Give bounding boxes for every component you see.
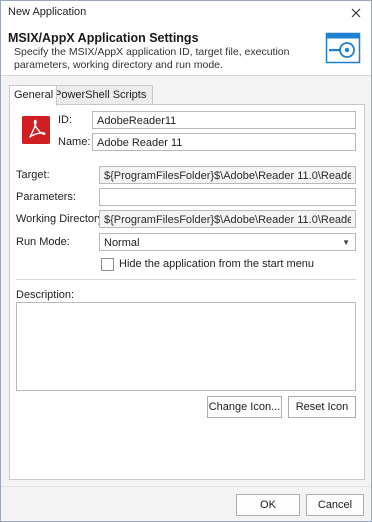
name-label: Name:: [58, 136, 91, 148]
header-description: Specify the MSIX/AppX application ID, ta…: [14, 46, 290, 71]
description-textarea[interactable]: [16, 302, 356, 391]
application-settings-icon: [325, 32, 361, 64]
title-bar: New Application: [1, 1, 371, 25]
parameters-label: Parameters:: [16, 191, 76, 203]
chevron-down-icon[interactable]: ▼: [342, 234, 350, 250]
name-input[interactable]: Adobe Reader 11: [92, 133, 356, 151]
general-tab-panel: ID: AdobeReader11 Name: Adobe Reader 11 …: [9, 104, 365, 480]
adobe-acrobat-icon: [22, 116, 50, 144]
hide-from-start-menu-checkbox[interactable]: [101, 258, 114, 271]
parameters-input[interactable]: [99, 188, 356, 206]
description-label: Description:: [16, 289, 75, 301]
tab-powershell-scripts[interactable]: PowerShell Scripts: [49, 85, 153, 105]
header-title: MSIX/AppX Application Settings: [8, 31, 199, 45]
tab-general[interactable]: General: [9, 85, 57, 106]
dialog-header: MSIX/AppX Application Settings Specify t…: [1, 25, 371, 75]
target-input[interactable]: ${ProgramFilesFolder}$\Adobe\Reader 11.0…: [99, 166, 356, 184]
header-divider: [1, 75, 371, 76]
ok-button[interactable]: OK: [236, 494, 300, 516]
working-directory-input[interactable]: ${ProgramFilesFolder}$\Adobe\Reader 11.0…: [99, 210, 356, 228]
change-icon-button[interactable]: Change Icon...: [207, 396, 282, 418]
target-value: ${ProgramFilesFolder}$\Adobe\Reader 11.0…: [104, 170, 351, 182]
close-icon[interactable]: [345, 2, 367, 24]
working-directory-browse-button[interactable]: ···: [341, 211, 352, 226]
reset-icon-button[interactable]: Reset Icon: [288, 396, 356, 418]
run-mode-value: Normal: [104, 237, 140, 249]
run-mode-select[interactable]: Normal ▼: [99, 233, 356, 251]
section-divider: [16, 279, 356, 280]
working-directory-label: Working Directory:: [16, 213, 107, 225]
window-title: New Application: [8, 6, 87, 18]
cancel-button[interactable]: Cancel: [306, 494, 364, 516]
new-application-dialog: New Application MSIX/AppX Application Se…: [0, 0, 372, 522]
hide-from-start-menu-label[interactable]: Hide the application from the start menu: [119, 258, 314, 270]
working-directory-value: ${ProgramFilesFolder}$\Adobe\Reader 11.0…: [104, 214, 351, 226]
id-input[interactable]: AdobeReader11: [92, 111, 356, 129]
run-mode-label: Run Mode:: [16, 236, 70, 248]
id-value: AdobeReader11: [97, 115, 177, 127]
name-value: Adobe Reader 11: [97, 137, 183, 149]
id-label: ID:: [58, 114, 73, 126]
target-label: Target:: [16, 169, 50, 181]
target-browse-button[interactable]: ···: [341, 167, 352, 182]
footer-divider: [1, 486, 371, 487]
